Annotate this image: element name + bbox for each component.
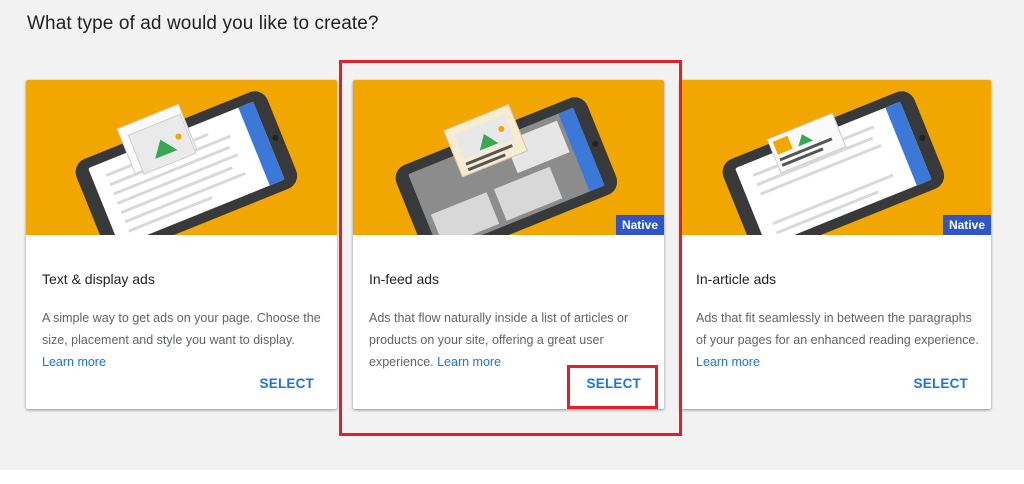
select-button-text-display[interactable]: SELECT [260,376,314,391]
card-title: In-article ads [696,271,777,287]
native-badge: Native [942,215,991,235]
select-button-in-article[interactable]: SELECT [914,376,968,391]
page-title: What type of ad would you like to create… [27,13,379,34]
card-description-text: Ads that fit seamlessly in between the p… [696,311,979,347]
card-description: A simple way to get ads on your page. Ch… [42,307,326,373]
card-description: Ads that fit seamlessly in between the p… [696,307,980,373]
learn-more-link[interactable]: Learn more [437,355,501,369]
ad-type-panel: What type of ad would you like to create… [0,0,1024,470]
card-title: Text & display ads [42,271,155,287]
card-title: In-feed ads [369,271,440,287]
card-illustration: Native [680,80,991,235]
card-illustration: Native [353,80,664,235]
card-illustration [26,80,337,235]
card-in-feed-ads[interactable]: Native In-feed ads Ads that flow natural… [353,80,664,409]
card-text-display-ads[interactable]: Text & display ads A simple way to get a… [26,80,337,409]
select-button-in-feed[interactable]: SELECT [587,376,641,391]
card-description: Ads that flow naturally inside a list of… [369,307,653,373]
learn-more-link[interactable]: Learn more [696,355,760,369]
card-in-article-ads[interactable]: Native In-article ads Ads that fit seaml… [680,80,991,409]
phone-illustration-icon [722,91,945,235]
phone-illustration-icon [75,91,298,235]
card-description-text: A simple way to get ads on your page. Ch… [42,311,321,347]
native-badge: Native [615,215,664,235]
learn-more-link[interactable]: Learn more [42,355,106,369]
phone-illustration-icon [395,97,618,235]
